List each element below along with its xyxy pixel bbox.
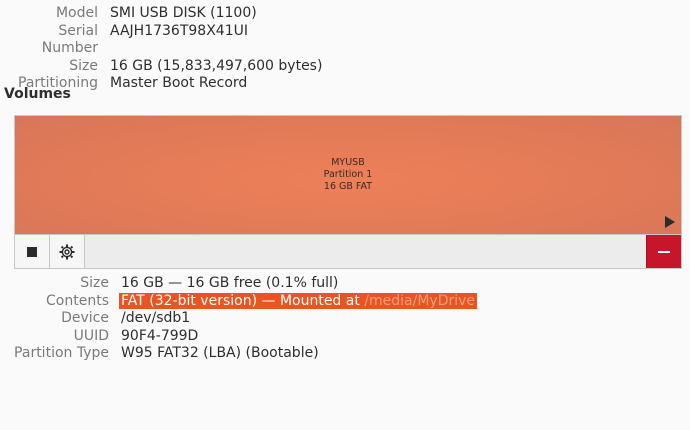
serial-number-value: AAJH1736T98X41UI: [110, 22, 248, 39]
drive-size-label: Size: [69, 57, 98, 74]
model-value: SMI USB DISK (1100): [110, 5, 257, 21]
stop-icon: [27, 246, 37, 257]
device-value: /dev/sdb1: [121, 310, 191, 326]
model-label: Model: [55, 5, 98, 21]
device-label: Device: [61, 310, 109, 326]
uuid-label: UUID: [73, 327, 109, 344]
delete-partition-button[interactable]: [646, 235, 681, 268]
partition-block[interactable]: MYUSB Partition 1 16 GB FAT: [15, 157, 681, 193]
drive-size-value: 16 GB (15,833,497,600 bytes): [110, 57, 323, 74]
gears-icon: [59, 244, 75, 259]
unmount-button[interactable]: [15, 235, 50, 268]
mount-point-link[interactable]: /media/MyDrive: [364, 293, 475, 309]
volume-toolbar: [14, 235, 682, 269]
minus-icon: [658, 250, 670, 253]
contents-text: FAT (32-bit version) — Mounted at: [121, 292, 365, 309]
contents-value: FAT (32-bit version) — Mounted at /media…: [119, 292, 478, 311]
partition-options-button[interactable]: [50, 235, 85, 268]
partition-type-value: W95 FAT32 (LBA) (Bootable): [121, 345, 319, 361]
contents-label: Contents: [46, 292, 109, 309]
partition-name: MYUSB: [331, 157, 365, 168]
partition-summary: 16 GB FAT: [323, 181, 373, 192]
partition-type-label: Partition Type: [14, 345, 109, 361]
contents-selection: FAT (32-bit version) — Mounted at /media…: [119, 292, 478, 309]
partition-number: Partition 1: [323, 169, 373, 180]
partition-info-panel: Size 16 GB — 16 GB free (0.1% full) Cont…: [0, 275, 478, 363]
play-arrow-icon: [665, 216, 675, 228]
partition-size-value: 16 GB — 16 GB free (0.1% full): [121, 275, 339, 291]
serial-number-label: Serial Number: [41, 22, 98, 57]
volume-graph: MYUSB Partition 1 16 GB FAT: [14, 115, 682, 235]
partition-size-label: Size: [80, 275, 109, 291]
drive-info-panel: Model SMI USB DISK (1100) Serial Number …: [0, 5, 322, 93]
uuid-value: 90F4-799D: [121, 327, 199, 344]
volumes-heading: Volumes: [4, 86, 71, 102]
partitioning-value: Master Boot Record: [110, 75, 248, 91]
